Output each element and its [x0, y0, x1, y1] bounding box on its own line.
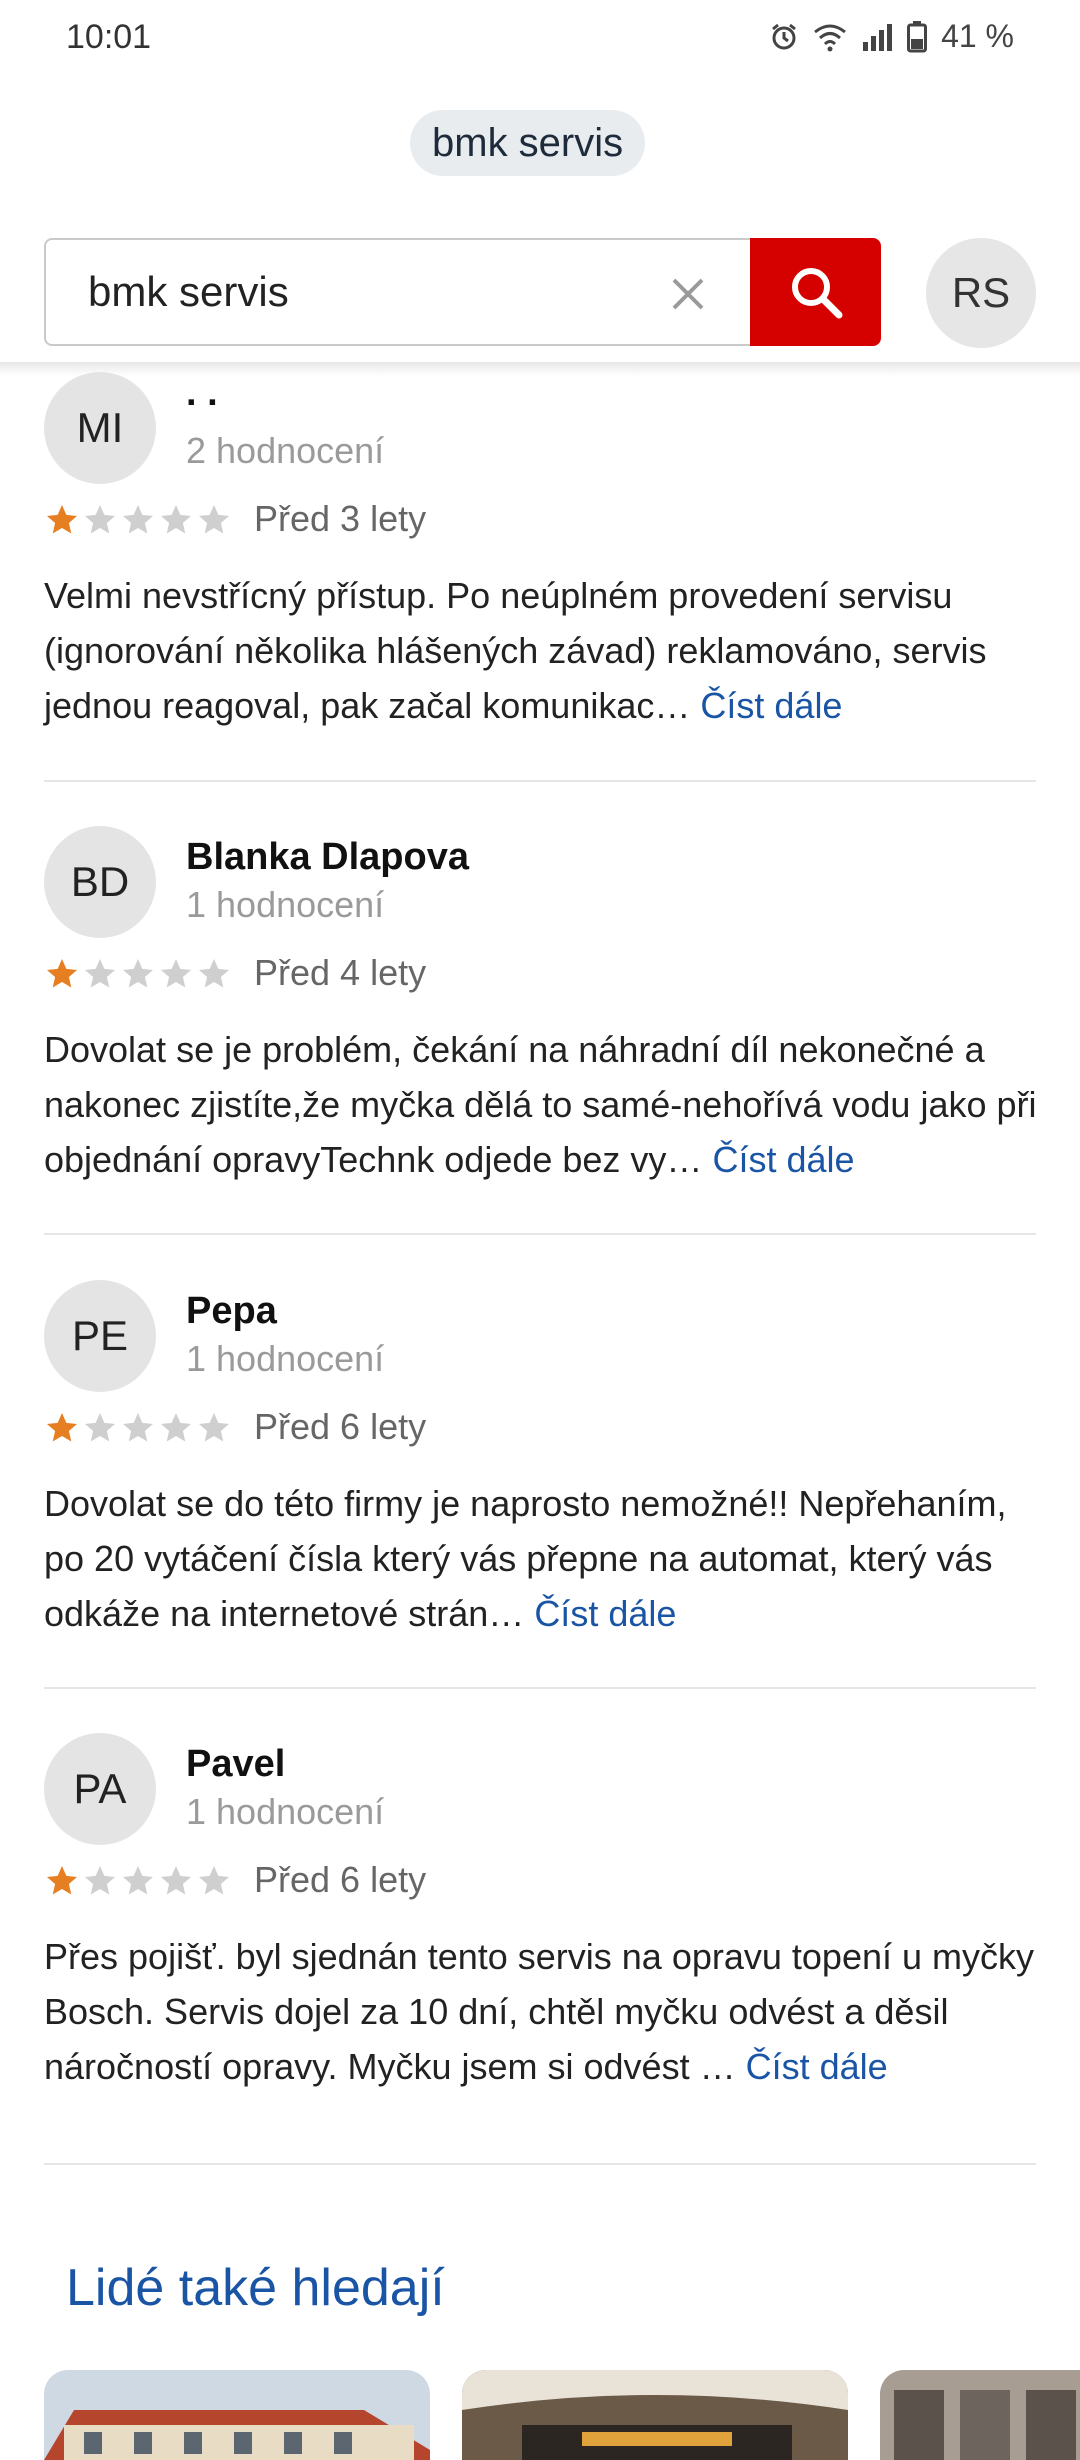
search-icon: [791, 268, 842, 319]
user-avatar[interactable]: RS: [926, 238, 1036, 348]
review-time: Před 6 lety: [254, 1406, 427, 1447]
status-bar: 10:01 41 %: [0, 0, 1080, 80]
star-empty-icon: [85, 1866, 115, 1895]
read-more-link[interactable]: Číst dále: [712, 1139, 854, 1180]
review-text: Dovolat se do této firmy je naprosto nem…: [44, 1476, 1044, 1641]
header-shadow: [0, 362, 1080, 376]
divider: [44, 1233, 1036, 1235]
query-chip[interactable]: bmk servis: [410, 110, 646, 176]
reviewer-avatar[interactable]: MI: [44, 372, 156, 484]
status-icons: 41 %: [769, 18, 1014, 55]
star-empty-icon: [123, 959, 153, 988]
reviewer-review-count: 1 hodnocení: [186, 884, 385, 925]
star-empty-icon: [199, 1866, 229, 1895]
related-place-thumbnail[interactable]: [44, 2370, 430, 2460]
search-input-value: bmk servis: [88, 268, 289, 315]
star-empty-icon: [123, 1413, 153, 1442]
wifi-icon: [814, 24, 846, 51]
star-rating: [44, 1410, 232, 1446]
star-empty-icon: [199, 959, 229, 988]
star-filled-icon: [47, 1413, 77, 1442]
reviewer-avatar[interactable]: PA: [44, 1733, 156, 1845]
battery-percent: 41 %: [941, 18, 1014, 54]
search-button[interactable]: [750, 238, 881, 346]
facade-photo: [880, 2370, 1080, 2460]
reviewer-review-count: 1 hodnocení: [186, 1791, 385, 1832]
review-time: Před 4 lety: [254, 952, 427, 993]
star-empty-icon: [123, 1866, 153, 1895]
related-place-thumbnail[interactable]: [462, 2370, 848, 2460]
star-rating: [44, 1863, 232, 1899]
read-more-link[interactable]: Číst dále: [700, 685, 842, 726]
star-empty-icon: [199, 1413, 229, 1442]
review-text: Velmi nevstřícný přístup. Po neúplném pr…: [44, 568, 1044, 733]
divider: [44, 2163, 1036, 2165]
read-more-link[interactable]: Číst dále: [534, 1593, 676, 1634]
reviewer-review-count: 2 hodnocení: [186, 430, 385, 471]
star-empty-icon: [199, 505, 229, 534]
star-empty-icon: [85, 959, 115, 988]
signal-icon: [863, 23, 893, 51]
related-place-thumbnail[interactable]: [880, 2370, 1080, 2460]
reviewer-review-count: 1 hodnocení: [186, 1338, 385, 1379]
reviewer-name[interactable]: Pepa: [186, 1290, 277, 1333]
store-interior-photo: [462, 2370, 848, 2460]
review-text-body: Dovolat se je problém, čekání na náhradn…: [44, 1029, 1037, 1180]
reviewer-avatar[interactable]: PE: [44, 1280, 156, 1392]
review-text: Přes pojišť. byl sjednán tento servis na…: [44, 1929, 1044, 2094]
battery-icon: [907, 20, 928, 52]
reviewer-name[interactable]: Blanka Dlapova: [186, 836, 469, 879]
review-time: Před 6 lety: [254, 1859, 427, 1900]
status-time: 10:01: [66, 18, 152, 56]
star-filled-icon: [47, 505, 77, 534]
reviewer-name[interactable]: . .: [186, 372, 218, 415]
star-filled-icon: [47, 959, 77, 988]
divider: [44, 780, 1036, 782]
read-more-link[interactable]: Číst dále: [746, 2046, 888, 2087]
star-empty-icon: [85, 505, 115, 534]
star-empty-icon: [161, 1413, 191, 1442]
review-text-body: Velmi nevstřícný přístup. Po neúplném pr…: [44, 575, 987, 726]
star-empty-icon: [123, 505, 153, 534]
divider: [44, 1687, 1036, 1689]
star-rating: [44, 502, 232, 538]
review-time: Před 3 lety: [254, 498, 427, 539]
people-also-search-title: Lidé také hledají: [66, 2259, 445, 2317]
star-filled-icon: [47, 1866, 77, 1895]
review-text: Dovolat se je problém, čekání na náhradn…: [44, 1022, 1044, 1187]
star-empty-icon: [161, 1866, 191, 1895]
alarm-icon: [772, 23, 796, 49]
reviewer-name[interactable]: Pavel: [186, 1743, 285, 1786]
star-empty-icon: [161, 505, 191, 534]
clear-icon[interactable]: [666, 272, 710, 316]
star-empty-icon: [161, 959, 191, 988]
building-photo: [44, 2370, 430, 2460]
star-empty-icon: [85, 1413, 115, 1442]
star-rating: [44, 956, 232, 992]
review-text-body: Dovolat se do této firmy je naprosto nem…: [44, 1483, 1007, 1634]
reviewer-avatar[interactable]: BD: [44, 826, 156, 938]
